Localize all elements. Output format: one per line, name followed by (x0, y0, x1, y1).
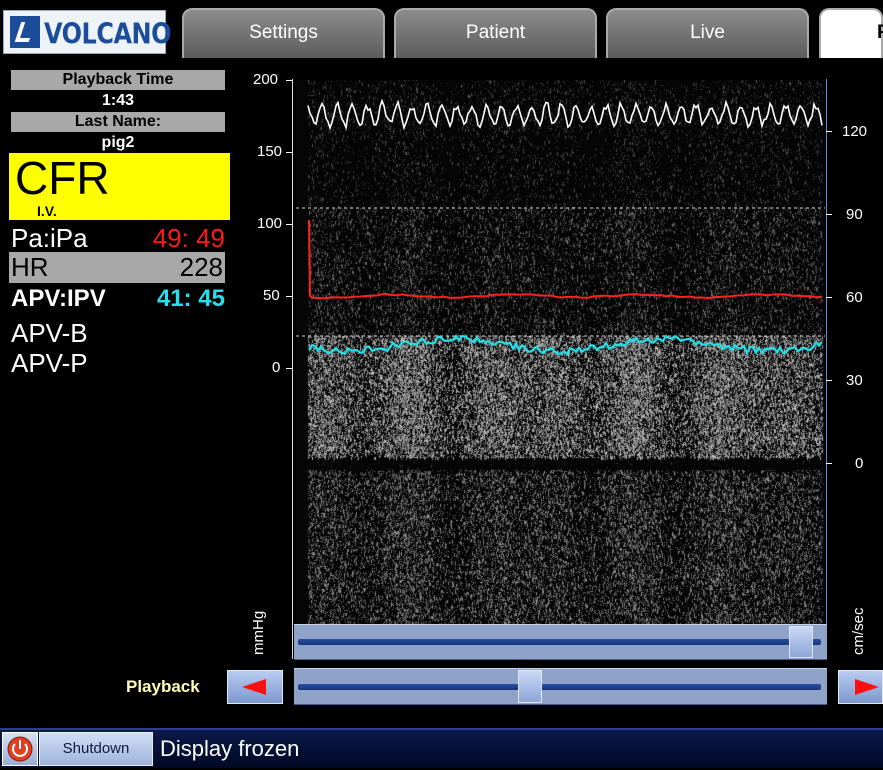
tab-patient[interactable]: Patient (394, 8, 597, 58)
playback-label: Playback (126, 677, 200, 696)
left-tick: 100 (257, 215, 283, 232)
tab-live[interactable]: Live (606, 8, 809, 58)
right-axis-unit: cm/sec (850, 607, 867, 655)
volcano-logo-icon (10, 16, 40, 48)
last-name-label: Last Name: (11, 112, 225, 132)
step-back-button[interactable] (227, 670, 283, 704)
ecg-trace (307, 98, 823, 131)
shutdown-button[interactable]: Shutdown (39, 732, 153, 766)
hr-row: HR 228 (9, 252, 225, 283)
apv-ipv-label: APV:IPV (11, 285, 106, 312)
right-tick: 30 (846, 372, 863, 389)
left-tick: 0 (272, 359, 281, 376)
playback-slider[interactable] (294, 668, 827, 705)
tab-playback[interactable]: P (819, 8, 883, 58)
right-arrow-icon (855, 679, 879, 695)
left-tick: 150 (257, 143, 283, 160)
status-text: Display frozen (160, 736, 300, 761)
apv-p-label: APV-P (11, 348, 88, 378)
scroll-slider[interactable] (294, 624, 827, 660)
apv-b-label: APV-B (11, 318, 88, 348)
left-axis-unit: mmHg (250, 610, 267, 655)
pa-ipa-label: Pa:iPa (11, 223, 88, 253)
playback-slider-groove (298, 684, 821, 690)
right-axis-line (826, 79, 827, 659)
cfr-sub-label: I.V. (37, 203, 57, 219)
right-tick: 60 (846, 289, 863, 306)
right-tick: 0 (855, 455, 864, 472)
cfr-panel: CFR I.V. (9, 152, 230, 220)
hr-label: HR (11, 252, 49, 282)
last-name-value: pig2 (101, 134, 135, 151)
logo-text: VOLCANO (44, 17, 172, 51)
scroll-slider-groove (298, 639, 821, 645)
right-tick: 90 (846, 206, 863, 223)
right-tick: 120 (842, 123, 868, 140)
left-tick: 50 (263, 287, 280, 304)
playback-time-value: 1:43 (101, 92, 135, 109)
volcano-logo: VOLCANO (3, 10, 172, 54)
scroll-slider-thumb[interactable] (789, 626, 813, 658)
hr-value: 228 (179, 252, 223, 282)
velocity-trace (308, 334, 823, 356)
power-button[interactable] (2, 732, 38, 766)
playback-slider-thumb[interactable] (518, 670, 542, 703)
trace-overlay (296, 98, 825, 356)
pa-ipa-value: 49: 49 (152, 223, 225, 253)
left-axis-line (292, 79, 293, 659)
pressure-trace (308, 219, 823, 300)
power-icon (7, 736, 33, 762)
cfr-label: CFR (15, 152, 110, 204)
tab-settings[interactable]: Settings (182, 8, 385, 58)
left-tick: 200 (253, 71, 279, 88)
left-arrow-icon (242, 679, 266, 695)
doppler-trace-display[interactable] (296, 80, 825, 657)
step-forward-button[interactable] (838, 670, 883, 704)
apv-ipv-value: 41: 45 (156, 285, 225, 312)
playback-time-label: Playback Time (11, 70, 225, 90)
